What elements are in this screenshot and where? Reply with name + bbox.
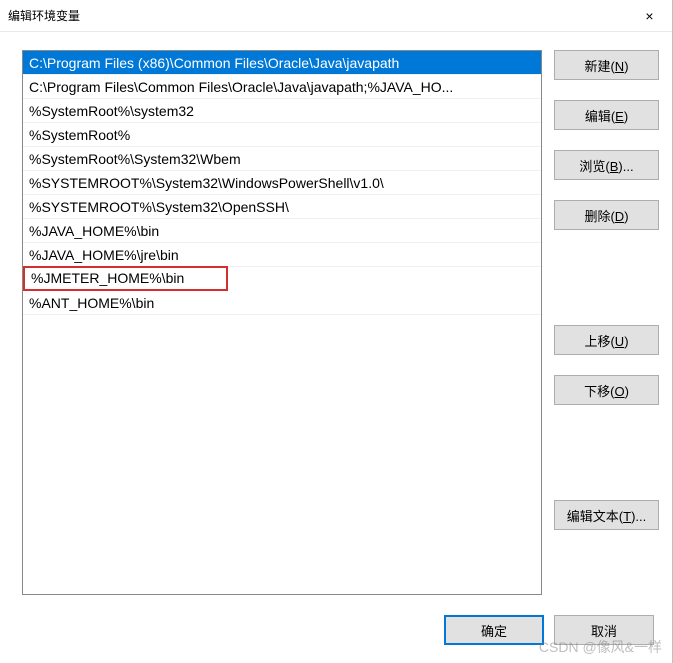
new-button[interactable]: 新建(N) — [554, 50, 659, 80]
list-item[interactable]: %JAVA_HOME%\bin — [23, 219, 541, 243]
move-down-button[interactable]: 下移(O) — [554, 375, 659, 405]
list-item-highlighted[interactable]: %JMETER_HOME%\bin — [23, 266, 228, 291]
edit-text-button[interactable]: 编辑文本(T)... — [554, 500, 659, 530]
list-item[interactable]: %JAVA_HOME%\jre\bin — [23, 243, 541, 267]
button-group-3: 编辑文本(T)... — [554, 500, 659, 530]
cancel-button[interactable]: 取消 — [554, 615, 654, 645]
ok-button[interactable]: 确定 — [444, 615, 544, 645]
list-item[interactable]: %SystemRoot%\system32 — [23, 99, 541, 123]
list-item[interactable]: %SYSTEMROOT%\System32\WindowsPowerShell\… — [23, 171, 541, 195]
close-button[interactable]: × — [627, 1, 672, 31]
browse-button[interactable]: 浏览(B)... — [554, 150, 659, 180]
move-up-button[interactable]: 上移(U) — [554, 325, 659, 355]
button-sidebar: 新建(N) 编辑(E) 浏览(B)... 删除(D) 上移(U) 下移(O) — [554, 50, 659, 603]
dialog-title: 编辑环境变量 — [8, 7, 80, 24]
list-item[interactable]: C:\Program Files (x86)\Common Files\Orac… — [23, 51, 541, 75]
titlebar: 编辑环境变量 × — [0, 0, 672, 32]
path-listbox[interactable]: C:\Program Files (x86)\Common Files\Orac… — [22, 50, 542, 595]
env-var-dialog: 编辑环境变量 × C:\Program Files (x86)\Common F… — [0, 0, 673, 663]
button-group-1: 新建(N) 编辑(E) 浏览(B)... 删除(D) — [554, 50, 659, 230]
list-item[interactable]: %SYSTEMROOT%\System32\OpenSSH\ — [23, 195, 541, 219]
list-item[interactable]: C:\Program Files\Common Files\Oracle\Jav… — [23, 75, 541, 99]
edit-button[interactable]: 编辑(E) — [554, 100, 659, 130]
close-icon: × — [645, 8, 653, 24]
spacer — [554, 425, 659, 480]
content-area: C:\Program Files (x86)\Common Files\Orac… — [0, 32, 672, 603]
list-item[interactable]: %SystemRoot%\System32\Wbem — [23, 147, 541, 171]
list-item[interactable]: %SystemRoot% — [23, 123, 541, 147]
button-group-2: 上移(U) 下移(O) — [554, 325, 659, 405]
list-item[interactable]: %ANT_HOME%\bin — [23, 291, 541, 315]
spacer — [554, 250, 659, 305]
dialog-footer: 确定 取消 CSDN @像风&一样 — [0, 603, 672, 663]
delete-button[interactable]: 删除(D) — [554, 200, 659, 230]
